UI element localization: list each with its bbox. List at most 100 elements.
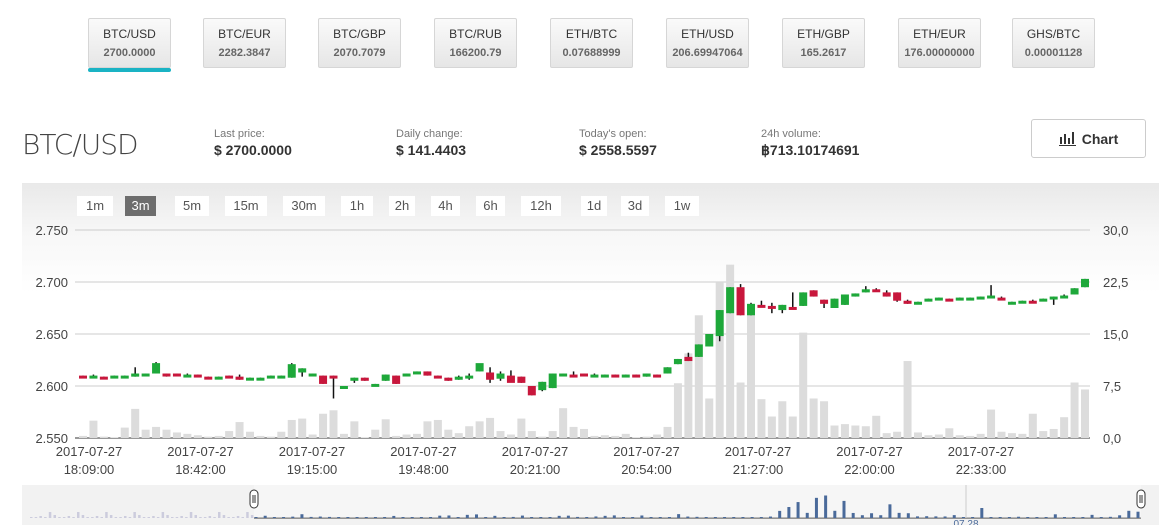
navigator-bar: [631, 517, 635, 518]
candle-up: [840, 294, 849, 305]
x-tick-date: 2017-07-27: [725, 444, 792, 459]
candle-down: [809, 290, 818, 297]
candle-up: [778, 304, 787, 311]
candle-down: [506, 375, 515, 383]
navigator-history-bar: [218, 512, 221, 518]
candle-up: [705, 334, 714, 347]
navigator-bar: [484, 517, 488, 518]
navigator-bar: [1044, 517, 1048, 518]
navigator-bar: [539, 517, 543, 518]
navigator-history-bar: [114, 517, 118, 518]
navigator-history-bar: [241, 517, 244, 518]
candle-up: [673, 358, 682, 365]
navigator-history-bar: [34, 517, 38, 518]
navigator-handle-right[interactable]: [1136, 489, 1146, 509]
volume-bar: [559, 408, 568, 438]
volume-bar: [872, 415, 881, 438]
candle-down: [99, 376, 108, 380]
navigator-bar: [475, 514, 478, 518]
navigator-history-bar: [208, 516, 212, 518]
volume-bar: [632, 437, 641, 438]
candle-up: [454, 376, 463, 380]
volume-bar: [945, 428, 954, 438]
x-tick-time: 21:27:00: [733, 462, 784, 477]
volume-bar: [527, 431, 536, 438]
navigator-history-bar: [175, 517, 179, 518]
navigator-bar: [419, 517, 423, 518]
candle-down: [820, 299, 829, 304]
volume-bar: [621, 433, 630, 438]
candle-down: [872, 289, 881, 293]
candle-up: [976, 296, 985, 300]
candle-up: [277, 375, 286, 379]
navigator-bar: [346, 517, 350, 518]
navigator-bar: [594, 516, 598, 518]
volume-bar: [465, 426, 474, 438]
volume-bar: [506, 434, 515, 438]
volume-bar: [642, 436, 651, 438]
volume-bar: [172, 432, 181, 438]
navigator-bar: [677, 514, 681, 518]
navigator-bar: [622, 517, 625, 518]
volume-bar: [319, 413, 328, 438]
volume-bar: [914, 432, 922, 438]
navigator-bar: [1007, 517, 1011, 518]
navigator-history-bar: [95, 516, 99, 518]
volume-bar: [413, 433, 421, 438]
navigator-bar: [805, 512, 809, 518]
volume-bar: [1049, 428, 1058, 438]
navigator-history-bar: [185, 517, 188, 518]
volume-bar: [840, 424, 849, 438]
volume-bar: [329, 410, 338, 438]
navigator-bar: [824, 495, 828, 518]
navigator-bar: [410, 517, 414, 518]
candle-up: [110, 375, 119, 379]
volume-bar: [496, 431, 505, 438]
x-tick-time: 19:15:00: [287, 462, 338, 477]
navigator-bar: [465, 514, 469, 518]
navigator-history-bar: [105, 512, 108, 518]
volume-bar: [183, 433, 192, 438]
volume-bar: [131, 408, 140, 438]
candle-up: [600, 374, 609, 378]
navigator-bar: [1081, 517, 1085, 518]
candle-down: [757, 304, 766, 308]
volume-bar: [214, 435, 223, 438]
volume-bar: [381, 419, 390, 438]
candle-down: [319, 375, 328, 384]
volume-bar: [590, 435, 599, 438]
navigator-bar: [1108, 516, 1112, 518]
navigator-history-bar: [133, 512, 136, 518]
candle-down: [767, 305, 776, 309]
navigator-bar: [1099, 517, 1103, 518]
navigator-bar: [456, 517, 460, 518]
navigator-bar: [916, 516, 919, 518]
navigator-history-bar: [67, 516, 71, 518]
navigator-history-bar: [44, 517, 47, 518]
volume-bar: [402, 434, 411, 438]
candle-up: [214, 376, 223, 380]
x-tick-date: 2017-07-27: [279, 444, 346, 459]
navigator-bar: [612, 515, 616, 518]
x-tick-date: 2017-07-27: [613, 444, 680, 459]
navigator-history-bar: [142, 517, 146, 518]
volume-bar: [882, 433, 891, 438]
candle-up: [1070, 288, 1079, 295]
navigator-history-bar: [128, 517, 132, 518]
candle-up: [1049, 296, 1058, 300]
navigator-history-bar: [156, 517, 160, 518]
navigator-handle-left[interactable]: [249, 489, 259, 509]
navigator-bar: [649, 517, 653, 518]
volume-bar: [997, 431, 1006, 438]
navigator-bar: [328, 516, 331, 518]
volume-bar: [799, 332, 808, 438]
navigator-bar: [842, 500, 846, 518]
volume-bar: [767, 416, 776, 438]
candle-up: [726, 287, 735, 314]
navigator-bar: [530, 517, 534, 518]
navigator-bar: [1063, 517, 1066, 518]
candle-down: [193, 374, 202, 378]
navigator-bar: [364, 517, 368, 518]
x-tick-date: 2017-07-27: [167, 444, 234, 459]
navigator-bar: [1026, 517, 1030, 518]
